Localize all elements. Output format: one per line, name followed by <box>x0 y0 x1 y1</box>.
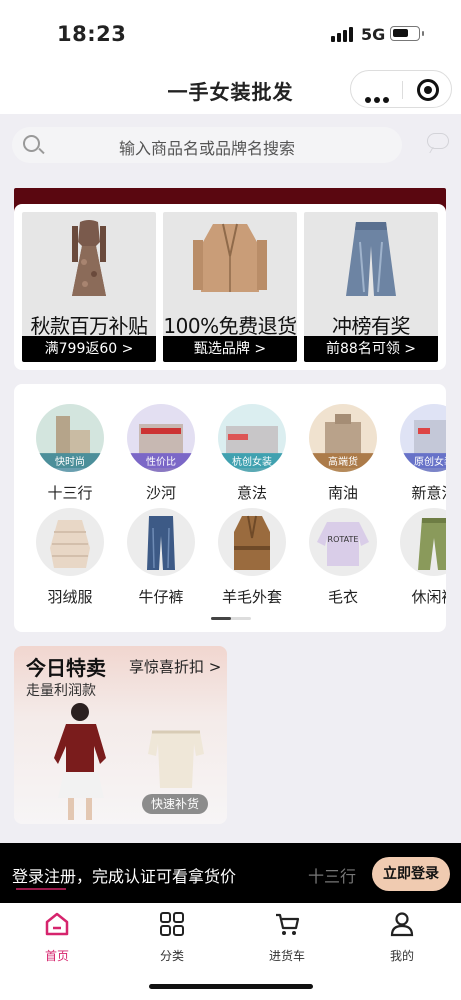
category-label: 羽绒服 <box>47 588 93 606</box>
login-message: 登录注册，完成认证可看拿货价 <box>12 867 237 886</box>
search-input[interactable]: 输入商品名或品牌名搜索 <box>12 127 402 163</box>
sweater-text: ROTATE <box>328 535 359 544</box>
restock-badge: 快速补货 <box>142 794 208 814</box>
network-label: 5G <box>361 25 386 44</box>
home-indicator <box>149 984 313 989</box>
tab-label: 分类 <box>159 949 184 963</box>
jeans-icon-image <box>127 508 195 576</box>
home-icon <box>45 912 69 936</box>
category-label: 新意法 <box>411 484 446 502</box>
category-grid: 快时尚 十三行 性价比 沙河 杭创女装 意法 高端货 南油 原创女装 新意法 <box>14 384 446 632</box>
search-placeholder: 输入商品名或品牌名搜索 <box>118 139 295 158</box>
promo-cta[interactable]: 满799返60 > <box>22 336 156 362</box>
flash-sale-link[interactable]: 享惊喜折扣 > <box>129 656 221 677</box>
promo-headline: 冲榜有奖 <box>332 314 411 338</box>
behind-text: 十三行 <box>308 867 357 886</box>
off-shoulder-top-image <box>148 730 204 788</box>
promo-headline: 秋款百万补贴 <box>30 314 149 338</box>
wool-coat-image <box>218 508 286 576</box>
category-label: 意法 <box>236 484 267 502</box>
tab-label: 首页 <box>44 949 69 963</box>
battery-icon <box>390 26 424 41</box>
status-time: 18:23 <box>57 22 127 46</box>
flash-sale-card[interactable]: 今日特卖 享惊喜折扣 > 走量利润款 快速补货 <box>14 646 227 824</box>
category-tag: 原创女装 <box>400 453 446 468</box>
sweater-image: ROTATE <box>309 508 377 576</box>
promo-card-free-return[interactable]: 100%免费退货 甄选品牌 > <box>163 212 297 362</box>
grid-icon <box>160 912 184 936</box>
nav-bar: 一手女装批发 <box>0 66 461 114</box>
login-button[interactable]: 立即登录 <box>372 857 450 891</box>
cart-icon <box>276 913 300 935</box>
blazer-image <box>193 223 267 292</box>
down-jacket-image <box>36 508 104 576</box>
market-image: 原创女装 <box>400 404 446 472</box>
login-banner: 登录注册，完成认证可看拿货价 十三行 立即登录 <box>0 843 461 903</box>
casual-pants-image <box>400 508 446 576</box>
scroll-indicator <box>211 617 251 620</box>
category-tag: 快时尚 <box>36 453 104 468</box>
user-icon <box>390 912 414 937</box>
signal-icon <box>331 26 355 42</box>
tab-label: 我的 <box>389 949 414 963</box>
market-image: 性价比 <box>127 404 195 472</box>
promo-cta[interactable]: 前88名可领 > <box>304 336 438 362</box>
category-label: 毛衣 <box>327 588 358 606</box>
category-tag: 性价比 <box>127 453 195 468</box>
more-icon[interactable] <box>365 88 392 107</box>
promo-cta[interactable]: 甄选品牌 > <box>163 336 297 362</box>
mini-program-capsule <box>350 70 452 108</box>
jeans-image <box>346 222 396 296</box>
dress-image <box>72 220 106 296</box>
category-label: 十三行 <box>47 484 93 502</box>
category-tag: 杭创女装 <box>218 453 286 468</box>
promo-section: 秋款百万补贴 满799返60 > 100%免费退货 甄选品牌 > 冲榜有奖 前8… <box>14 204 446 370</box>
flash-sale-title: 今日特卖 <box>26 656 106 680</box>
promo-headline: 100%免费退货 <box>163 314 297 338</box>
category-label: 羊毛外套 <box>221 588 282 606</box>
accent-underline <box>16 888 66 890</box>
close-target-icon[interactable] <box>417 79 439 101</box>
promo-card-subsidy[interactable]: 秋款百万补贴 满799返60 > <box>22 212 156 362</box>
status-bar: 18:23 5G <box>0 0 461 66</box>
category-tag: 高端货 <box>309 453 377 468</box>
category-label: 沙河 <box>145 484 176 502</box>
market-image: 高端货 <box>309 404 377 472</box>
category-label: 南油 <box>327 484 358 502</box>
promo-card-ranking[interactable]: 冲榜有奖 前88名可领 > <box>304 212 438 362</box>
chat-icon[interactable] <box>427 133 449 149</box>
category-label: 休闲裤 <box>411 588 446 606</box>
category-label: 牛仔裤 <box>138 588 184 606</box>
tab-label: 进货车 <box>268 949 305 963</box>
market-image: 快时尚 <box>36 404 104 472</box>
flash-sale-subtitle: 走量利润款 <box>26 683 96 699</box>
model-image <box>54 703 106 820</box>
capsule-divider <box>402 81 403 99</box>
market-image: 杭创女装 <box>218 404 286 472</box>
